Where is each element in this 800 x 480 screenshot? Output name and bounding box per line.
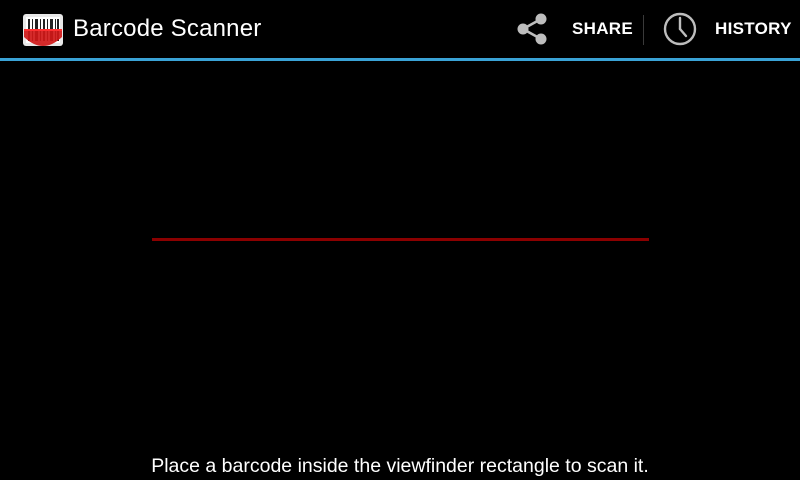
app-title: Barcode Scanner <box>73 15 262 42</box>
viewfinder <box>0 61 800 480</box>
barcode-scanner-icon[interactable] <box>22 11 64 53</box>
action-separator <box>643 15 644 45</box>
barcode-scanner-screen: Barcode Scanner SHARE HISTORY Place a ba… <box>0 0 800 480</box>
history-button[interactable]: HISTORY <box>652 0 800 58</box>
share-icon <box>517 13 547 45</box>
action-bar: Barcode Scanner SHARE HISTORY <box>0 0 800 58</box>
share-label: SHARE <box>572 19 634 38</box>
history-label: HISTORY <box>715 19 792 38</box>
status-text: Place a barcode inside the viewfinder re… <box>151 455 649 477</box>
scan-laser-line <box>152 238 649 241</box>
clock-icon <box>663 12 697 46</box>
share-button[interactable]: SHARE <box>506 0 642 58</box>
